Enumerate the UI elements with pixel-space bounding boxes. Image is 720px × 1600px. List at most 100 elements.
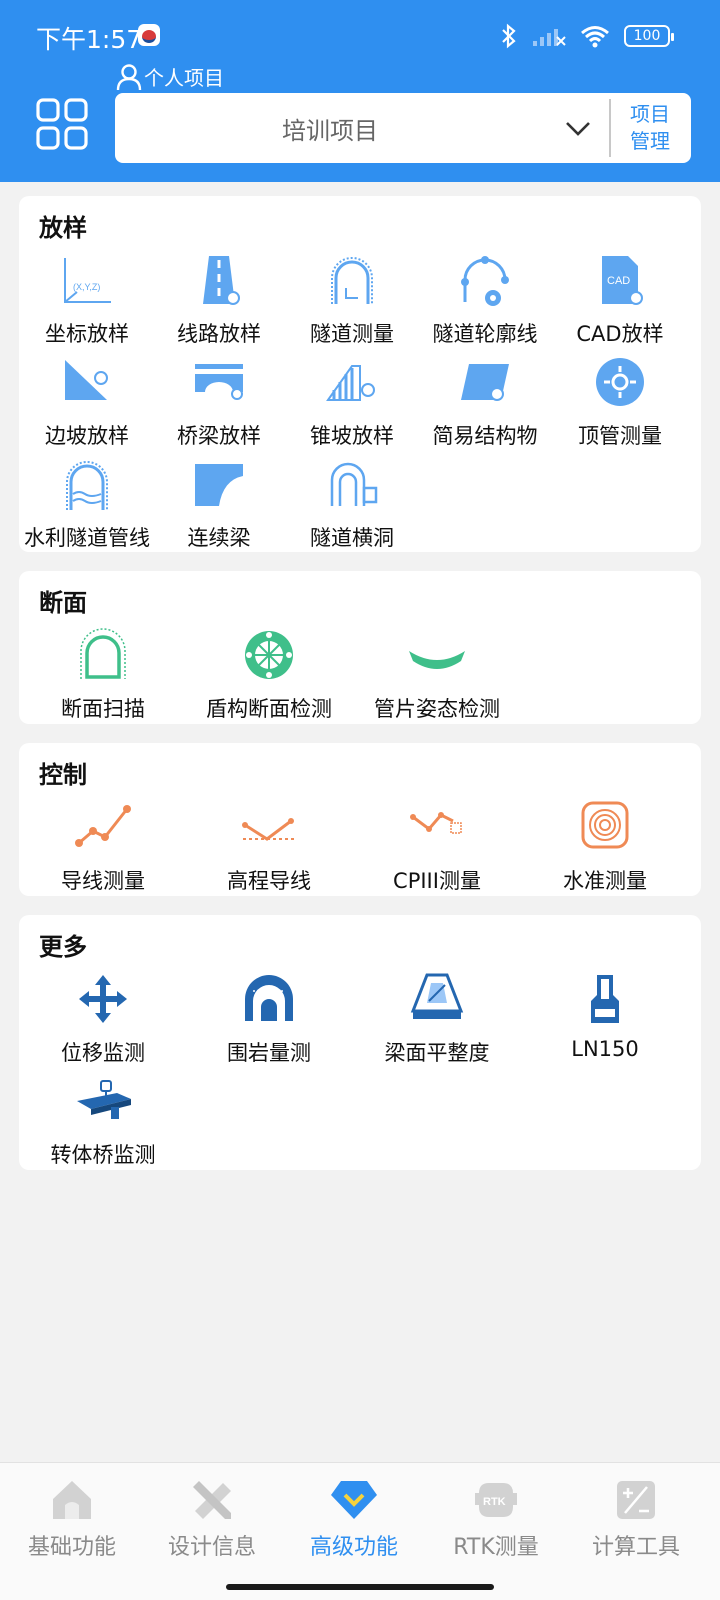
more-item-displacement[interactable]: 位移监测 <box>35 971 171 1067</box>
nav-rtk[interactable]: RTK RTK测量 <box>424 1477 568 1561</box>
control-item-leveling[interactable]: 水准测量 <box>537 799 673 895</box>
section-card: 断面 断面扫描 盾构断面检测 管片姿态检测 <box>19 571 701 724</box>
shield-section-icon <box>245 631 293 679</box>
control-item-traverse[interactable]: 导线测量 <box>35 799 171 895</box>
item-label: 位移监测 <box>61 1041 145 1065</box>
section-title: 更多 <box>39 933 87 961</box>
stakeout-item-coordinate[interactable]: (X,Y,Z) 坐标放样 <box>19 252 155 348</box>
nav-label: 计算工具 <box>591 1535 680 1560</box>
more-item-beam-flatness[interactable]: 梁面平整度 <box>369 971 505 1067</box>
item-label: 转体桥监测 <box>50 1143 156 1167</box>
stakeout-item-tunnel-contour[interactable]: 隧道轮廓线 <box>417 252 553 348</box>
bluetooth-icon <box>502 23 516 49</box>
stakeout-item-water-tunnel[interactable]: 水利隧道管线 <box>19 456 155 552</box>
battery-icon: 100 <box>624 25 674 47</box>
item-label: 坐标放样 <box>45 322 129 346</box>
item-label: 锥坡放样 <box>310 424 394 448</box>
ln150-device-icon <box>591 975 619 1023</box>
chevron-down-icon[interactable] <box>563 113 593 143</box>
item-label: 断面扫描 <box>61 697 145 721</box>
item-label: 水准测量 <box>563 869 647 893</box>
stakeout-item-tunnel-cross[interactable]: 隧道横洞 <box>284 456 420 552</box>
rtk-badge-text: RTK <box>483 1496 506 1508</box>
item-label: CAD放样 <box>576 322 664 346</box>
signal-icon <box>533 29 566 46</box>
stakeout-item-route[interactable]: 线路放样 <box>151 252 287 348</box>
item-label: 盾构断面检测 <box>206 697 332 721</box>
personal-project-label[interactable]: 个人项目 <box>116 62 224 91</box>
displacement-arrows-icon <box>79 975 127 1023</box>
nav-basic-functions[interactable]: 基础功能 <box>0 1477 144 1561</box>
item-label: 线路放样 <box>177 322 261 346</box>
beam-flatness-icon <box>410 973 464 1019</box>
more-item-ln150[interactable]: LN150 <box>537 971 673 1061</box>
swivel-bridge-icon <box>77 1080 131 1119</box>
item-label: 管片姿态检测 <box>374 697 500 721</box>
coordinate-axes-icon: (X,Y,Z) <box>64 258 111 303</box>
segment-attitude-icon <box>409 651 465 669</box>
status-icons: 100 <box>500 22 674 50</box>
svg-text:CAD: CAD <box>607 275 630 287</box>
item-label: 水利隧道管线 <box>24 526 150 550</box>
project-name[interactable]: 培训项目 <box>115 93 545 163</box>
tunnel-measure-icon <box>331 257 373 304</box>
stakeout-item-cad[interactable]: CAD CAD放样 <box>552 252 688 348</box>
item-label: 桥梁放样 <box>177 424 261 448</box>
bridge-icon <box>195 364 243 400</box>
person-icon <box>116 63 142 90</box>
control-item-cpiii[interactable]: CPIII测量 <box>369 799 505 895</box>
slope-icon <box>65 360 108 400</box>
continuous-beam-icon <box>195 464 243 506</box>
section-item-shield[interactable]: 盾构断面检测 <box>201 627 337 723</box>
home-indicator[interactable] <box>226 1584 494 1590</box>
tunnel-cross-hole-icon <box>330 462 378 506</box>
stakeout-item-cone-slope[interactable]: 锥坡放样 <box>284 354 420 450</box>
stakeout-item-slope[interactable]: 边坡放样 <box>19 354 155 450</box>
section-title: 断面 <box>39 589 87 617</box>
cone-slope-icon <box>326 365 375 401</box>
item-label: 高程导线 <box>227 869 311 893</box>
stakeout-item-bridge[interactable]: 桥梁放样 <box>151 354 287 450</box>
nav-design-info[interactable]: 设计信息 <box>140 1477 284 1561</box>
elevation-traverse-icon <box>242 818 295 841</box>
app-notification-icon <box>138 24 160 46</box>
item-label: 围岩量测 <box>227 1041 311 1065</box>
grid-menu-icon[interactable] <box>36 98 88 150</box>
simple-structure-icon <box>461 364 509 401</box>
stakeout-item-pipe-jacking[interactable]: 顶管测量 <box>552 354 688 450</box>
section-title: 放样 <box>39 214 87 242</box>
water-tunnel-icon <box>66 461 108 510</box>
surrounding-rock-icon <box>245 975 293 1021</box>
traverse-icon <box>75 805 131 847</box>
wifi-icon <box>581 26 609 48</box>
stakeout-item-tunnel[interactable]: 隧道测量 <box>284 252 420 348</box>
item-label: 边坡放样 <box>45 424 129 448</box>
more-item-swivel-bridge[interactable]: 转体桥监测 <box>35 1073 171 1169</box>
project-manage-line1: 项目 <box>630 102 670 126</box>
stakeout-item-continuous-beam[interactable]: 连续梁 <box>151 456 287 552</box>
rtk-icon: RTK <box>475 1483 517 1517</box>
cpiii-icon <box>410 812 462 834</box>
item-label: 简易结构物 <box>432 424 538 448</box>
item-label: 隧道轮廓线 <box>432 322 538 346</box>
stakeout-card: 放样 (X,Y,Z) 坐标放样 线路放样 隧道测量 隧道轮廓线 CAD CAD放… <box>19 196 701 552</box>
item-label: LN150 <box>571 1037 639 1061</box>
tunnel-contour-icon <box>461 256 509 306</box>
section-item-segment[interactable]: 管片姿态检测 <box>369 627 505 723</box>
project-manage-button[interactable]: 项目 管理 <box>619 101 681 157</box>
section-item-scan[interactable]: 断面扫描 <box>35 627 171 723</box>
project-selector[interactable]: 培训项目 项目 管理 <box>115 93 691 163</box>
control-item-elevation[interactable]: 高程导线 <box>201 799 337 895</box>
more-item-rock[interactable]: 围岩量测 <box>201 971 337 1067</box>
section-scan-icon <box>80 628 126 679</box>
app-header: 下午1:57 100 个人项目 培训项目 项目 管理 <box>0 0 720 182</box>
stakeout-item-simple-structure[interactable]: 简易结构物 <box>417 354 553 450</box>
nav-label: 基础功能 <box>27 1535 116 1560</box>
more-card: 更多 位移监测 围岩量测 梁面平整度 LN150 转体桥监测 <box>19 915 701 1170</box>
bottom-navigation: 基础功能 设计信息 高级功能 RTK RTK测量 计算工具 <box>0 1462 720 1600</box>
design-ruler-icon <box>193 1481 231 1519</box>
status-time: 下午1:57 <box>36 25 143 54</box>
nav-advanced-functions[interactable]: 高级功能 <box>282 1477 426 1561</box>
nav-calc-tools[interactable]: 计算工具 <box>564 1477 708 1561</box>
item-label: 导线测量 <box>61 869 145 893</box>
